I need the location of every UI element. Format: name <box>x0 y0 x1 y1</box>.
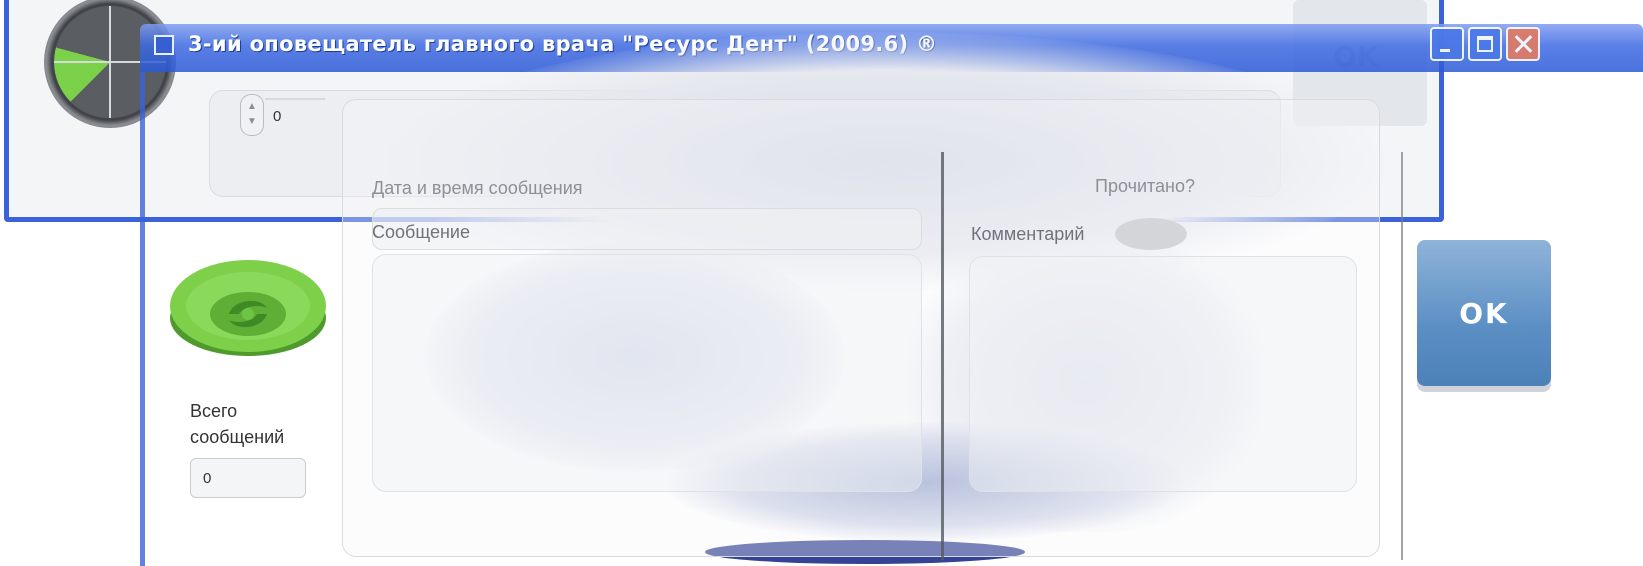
main-window: 3-ий оповещатель главного врача "Ресурс … <box>140 14 1643 566</box>
read-indicator[interactable] <box>1115 218 1187 250</box>
vertical-divider <box>1401 152 1403 560</box>
maximize-icon[interactable] <box>1468 27 1502 61</box>
ok-button[interactable]: OK <box>1417 240 1551 386</box>
message-text-area[interactable] <box>372 254 922 492</box>
comment-label: Комментарий <box>971 224 1085 244</box>
minimize-icon[interactable] <box>1430 27 1464 61</box>
eye-icon[interactable] <box>167 252 329 358</box>
read-label: Прочитано? <box>1095 176 1196 196</box>
window-content: ▲ ▼ 0 Дата и время сообщения Прочитано? … <box>145 32 1643 566</box>
message-label: Сообщение <box>372 222 470 242</box>
vertical-divider <box>941 152 944 560</box>
date-label: Дата и время сообщения <box>372 178 583 198</box>
total-messages-label: Всего сообщений <box>190 398 284 450</box>
comment-text-area[interactable] <box>969 256 1357 492</box>
close-icon[interactable] <box>1506 27 1540 61</box>
total-label-line1: Всего <box>190 401 238 421</box>
total-messages-value: 0 <box>190 458 306 498</box>
app-icon <box>154 35 174 55</box>
total-label-line2: сообщений <box>190 427 285 447</box>
counter-spinner[interactable]: ▲ ▼ <box>240 94 264 136</box>
spinner-up-icon[interactable]: ▲ <box>247 102 257 112</box>
spinner-down-icon[interactable]: ▼ <box>247 117 257 127</box>
counter-value[interactable]: 0 <box>265 98 325 128</box>
